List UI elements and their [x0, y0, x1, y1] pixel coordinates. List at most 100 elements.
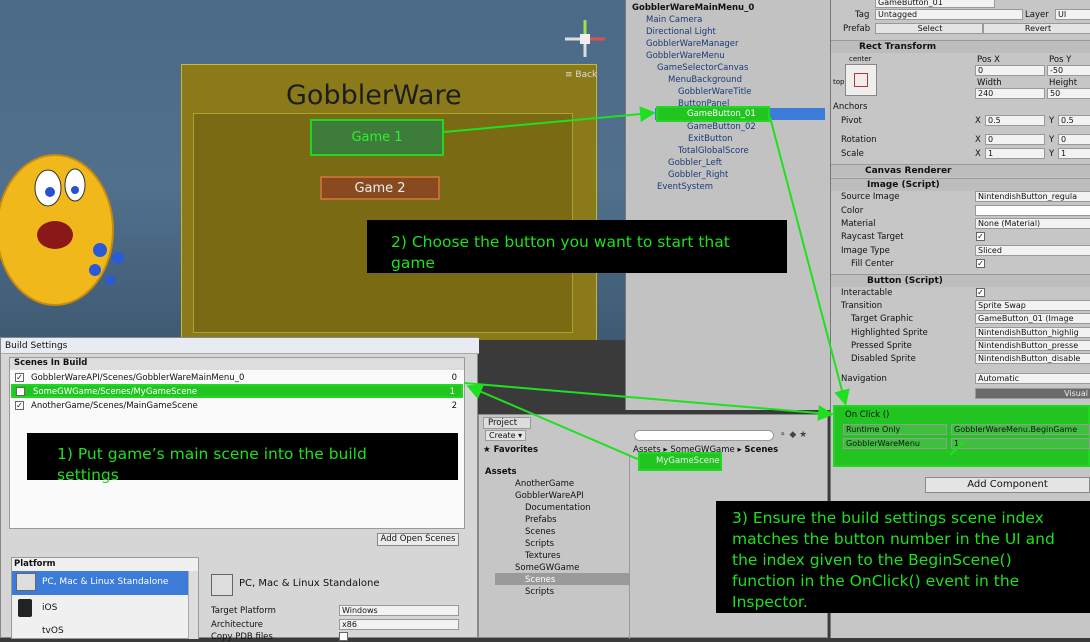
prefab-select-button[interactable]: Select [875, 23, 983, 34]
project-tree-item[interactable]: Scenes [525, 527, 555, 537]
pressed-sprite-field[interactable]: NintendishButton_presse [975, 340, 1090, 351]
platform-scrollbar[interactable] [188, 571, 198, 639]
platform-list[interactable]: Platform PC, Mac & Linux Standalone iOS … [11, 557, 199, 639]
scene-path: AnotherGame/Scenes/MainGameScene [31, 401, 198, 411]
pos-y-field[interactable]: -50 [1047, 65, 1090, 76]
scene-checkbox[interactable]: ✓ [16, 387, 25, 396]
add-component-button[interactable]: Add Component [925, 477, 1090, 493]
disabled-sprite-field[interactable]: NintendishButton_disable [975, 353, 1090, 364]
hierarchy-item[interactable]: MenuBackground [668, 75, 742, 87]
scene-path: SomeGWGame/Scenes/MyGameScene [33, 387, 198, 397]
game-1-button[interactable]: Game 1 [310, 119, 444, 156]
hierarchy-panel[interactable]: GobblerWareMainMenu_0 Main Camera Direct… [625, 0, 830, 410]
scene-gizmo-icon[interactable] [560, 12, 610, 72]
image-type-dropdown[interactable]: Sliced [975, 245, 1090, 256]
scale-x-field[interactable]: 1 [985, 148, 1045, 159]
copy-pdb-checkbox[interactable] [339, 632, 348, 641]
build-settings-window[interactable]: Build Settings Scenes In Build ✓ Gobbler… [0, 337, 479, 642]
function-dropdown[interactable]: GobblerWareMenu.BeginGame [951, 424, 1090, 435]
project-tree-item[interactable]: Documentation [525, 503, 591, 513]
prefab-revert-button[interactable]: Revert [983, 23, 1090, 34]
favorites-folder[interactable]: ★ Favorites [483, 445, 538, 455]
pos-x-field[interactable]: 0 [975, 65, 1045, 76]
interactable-checkbox[interactable]: ✓ [976, 288, 985, 297]
hierarchy-item[interactable]: GameButton_02 [687, 122, 756, 134]
argument-field[interactable]: 1 [951, 438, 1090, 449]
project-tab[interactable]: Project [483, 417, 531, 429]
scene-row[interactable]: ✓ AnotherGame/Scenes/MainGameScene 2 [11, 400, 463, 412]
project-tree-item[interactable]: SomeGWGame [515, 563, 579, 573]
fill-center-checkbox[interactable]: ✓ [976, 259, 985, 268]
architecture-dropdown[interactable]: x86 [339, 619, 459, 630]
button-script-header[interactable]: Button (Script) [831, 274, 1090, 287]
onclick-title: On Click () [845, 410, 890, 420]
scene-row[interactable]: ✓ GobblerWareAPI/Scenes/GobblerWareMainM… [11, 372, 463, 384]
hierarchy-root[interactable]: GobblerWareMainMenu_0 [632, 3, 754, 15]
back-label[interactable]: ≡ Back [565, 70, 597, 80]
pivot-x-field[interactable]: 0.5 [985, 115, 1045, 126]
image-script-header[interactable]: Image (Script) [831, 178, 1090, 191]
color-swatch[interactable] [975, 205, 1090, 216]
project-tree-item[interactable]: Assets [485, 467, 517, 477]
scene-view[interactable]: GobblerWare Game 1 Game 2 ≡ Back [0, 0, 625, 340]
scale-y-field[interactable]: 1 [1058, 148, 1090, 159]
material-field[interactable]: None (Material) [975, 218, 1090, 229]
hierarchy-item[interactable]: GobblerWareManager [646, 39, 739, 51]
project-tree-item[interactable]: Textures [525, 551, 561, 561]
navigation-dropdown[interactable]: Automatic [975, 373, 1090, 384]
hierarchy-item[interactable]: Gobbler_Left [668, 158, 722, 170]
tag-dropdown[interactable]: Untagged [875, 9, 1023, 20]
breadcrumb-item[interactable]: Scenes [744, 445, 778, 455]
source-image-field[interactable]: NintendishButton_regula [975, 191, 1090, 202]
hierarchy-item-selected[interactable]: GameButton_01 [687, 109, 756, 121]
my-game-scene-asset[interactable]: MyGameScene [638, 452, 722, 471]
height-field[interactable]: 50 [1047, 88, 1090, 99]
create-button[interactable]: Create ▾ [485, 430, 527, 441]
layer-dropdown[interactable]: UI [1055, 9, 1090, 20]
hierarchy-item[interactable]: GobblerWareTitle [678, 87, 752, 99]
target-object-field[interactable]: GobblerWareMenu [843, 438, 947, 449]
visualize-button[interactable]: Visual [975, 388, 1090, 399]
hierarchy-item[interactable]: Main Camera [646, 15, 702, 27]
rotation-y-label: Y [1049, 135, 1055, 145]
hierarchy-item[interactable]: Directional Light [646, 27, 716, 39]
highlighted-sprite-field[interactable]: NintendishButton_highlig [975, 327, 1090, 338]
runtime-dropdown[interactable]: Runtime Only [843, 424, 947, 435]
add-open-scenes-button[interactable]: Add Open Scenes [377, 533, 459, 546]
project-search-input[interactable] [634, 430, 774, 441]
hierarchy-item[interactable]: Gobbler_Right [668, 170, 728, 182]
hierarchy-item[interactable]: TotalGlobalScore [678, 146, 749, 158]
scene-checkbox[interactable]: ✓ [15, 401, 24, 410]
project-tree-item[interactable]: GobblerWareAPI [515, 491, 584, 501]
anchors-label[interactable]: Anchors [833, 102, 867, 112]
project-toolbar-icons[interactable]: ⚬ ◆ ★ [779, 430, 827, 440]
project-tree-item[interactable]: Scripts [525, 587, 554, 597]
canvas-renderer-header[interactable]: Canvas Renderer [831, 164, 1090, 177]
rotation-y-field[interactable]: 0 [1058, 134, 1090, 145]
hierarchy-item[interactable]: GobblerWareMenu [646, 51, 725, 63]
project-tree-item[interactable]: AnotherGame [515, 479, 574, 489]
width-field[interactable]: 240 [975, 88, 1045, 99]
anchor-preset-icon[interactable] [845, 64, 877, 96]
scene-row-selected[interactable]: ✓ SomeGWGame/Scenes/MyGameScene 1 [11, 384, 463, 398]
rect-transform-header[interactable]: Rect Transform [831, 40, 1090, 53]
project-tree-item-selected[interactable]: Scenes [525, 575, 555, 585]
hierarchy-item[interactable]: EventSystem [657, 182, 713, 194]
object-name-field[interactable]: GameButton_01 [875, 0, 995, 8]
scene-checkbox[interactable]: ✓ [15, 373, 24, 382]
target-graphic-field[interactable]: GameButton_01 (Image [975, 313, 1090, 324]
onclick-event-panel[interactable]: On Click () Runtime Only GobblerWareMenu… [833, 405, 1090, 467]
pivot-y-field[interactable]: 0.5 [1058, 115, 1090, 126]
platform-item-ios[interactable]: iOS [12, 598, 188, 618]
transition-dropdown[interactable]: Sprite Swap [975, 300, 1090, 311]
target-platform-dropdown[interactable]: Windows [339, 605, 459, 616]
raycast-checkbox[interactable]: ✓ [976, 232, 985, 241]
game-2-button[interactable]: Game 2 [320, 176, 440, 200]
rotation-x-field[interactable]: 0 [985, 134, 1045, 145]
project-tree-item[interactable]: Prefabs [525, 515, 557, 525]
hierarchy-item[interactable]: GameSelectorCanvas [657, 63, 748, 75]
pivot-y-label: Y [1049, 116, 1055, 126]
project-tree-item[interactable]: Scripts [525, 539, 554, 549]
platform-item-standalone[interactable]: PC, Mac & Linux Standalone [12, 571, 188, 595]
hierarchy-item[interactable]: ExitButton [688, 134, 733, 146]
